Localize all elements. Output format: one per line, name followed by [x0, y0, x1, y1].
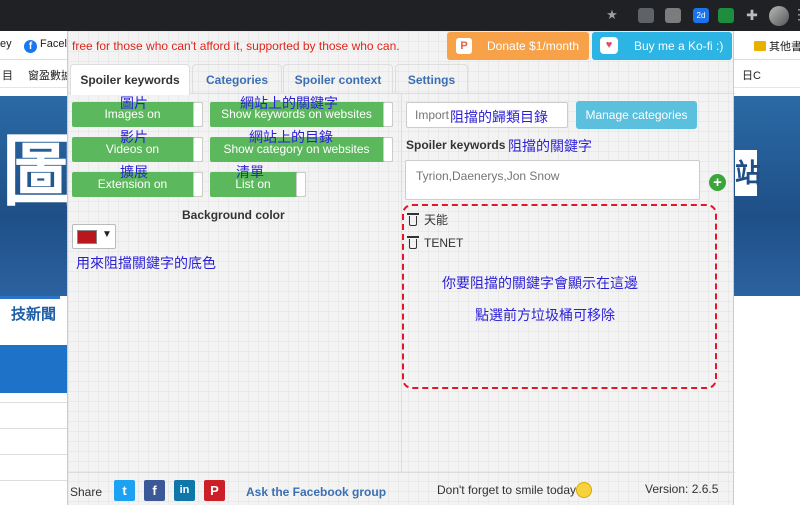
annotation-extension: 擴展	[120, 164, 148, 180]
donate-button[interactable]: P Donate $1/month	[447, 32, 589, 60]
extension-icon[interactable]	[638, 8, 654, 23]
keywords-textarea[interactable]	[406, 161, 699, 199]
site-nav-item[interactable]: 目	[2, 67, 13, 83]
manage-categories-button[interactable]: Manage categories	[576, 101, 697, 129]
keyword-text: 天能	[424, 213, 449, 227]
toggle-knob	[193, 172, 203, 197]
keyword-text: TENET	[424, 236, 464, 250]
toggle-knob	[383, 102, 393, 127]
pinterest-icon[interactable]: P	[204, 480, 225, 501]
annotation-list: 清單	[236, 164, 264, 180]
site-nav-item[interactable]: 日C	[742, 67, 761, 83]
toggle-knob	[193, 102, 203, 127]
share-label: Share	[70, 485, 103, 499]
background-color-picker[interactable]: ▼	[72, 224, 116, 249]
menu-icon[interactable]: ⋮	[792, 6, 800, 23]
toggle-knob	[383, 137, 393, 162]
tab-spoiler-context[interactable]: Spoiler context	[283, 64, 393, 94]
annotation-box-line1: 你要阻擋的關鍵字會顯示在這邊	[442, 275, 638, 291]
facebook-icon[interactable]: f	[144, 480, 165, 501]
annotation-category: 阻擋的歸類目錄	[450, 109, 548, 125]
smiley-icon	[576, 482, 593, 498]
version-label: Version: 2.6.5	[645, 482, 719, 496]
tab-categories[interactable]: Categories	[192, 64, 282, 94]
bookmark-facebook[interactable]: f Facel	[24, 38, 67, 53]
folder-icon	[754, 41, 766, 51]
site-nav-item[interactable]: 窗盈數據	[28, 67, 72, 83]
annotation-bg-color: 用來阻擋關鍵字的底色	[76, 255, 216, 271]
site-bar	[0, 345, 70, 393]
tagline: free for those who can't afford it, supp…	[72, 39, 400, 53]
trash-icon[interactable]	[407, 236, 419, 249]
twitter-icon[interactable]: t	[114, 480, 135, 501]
color-swatch	[77, 230, 97, 244]
shield-icon[interactable]	[718, 8, 734, 23]
annotation-videos: 影片	[120, 129, 148, 145]
tab-settings[interactable]: Settings	[395, 64, 468, 94]
profile-avatar[interactable]	[769, 6, 789, 26]
site-tab[interactable]: 技新聞	[0, 296, 60, 332]
puzzle-icon[interactable]: ✚	[743, 6, 761, 24]
donate-label: Donate $1/month	[487, 39, 580, 53]
bookmark-other[interactable]: 其他書	[754, 38, 800, 54]
divider	[0, 454, 70, 455]
toggle-knob	[296, 172, 306, 197]
divider	[0, 402, 70, 403]
facebook-group-link[interactable]: Ask the Facebook group	[246, 485, 386, 499]
keywords-textarea-wrapper[interactable]	[405, 160, 700, 200]
drive-icon[interactable]	[665, 8, 681, 23]
facebook-icon: f	[24, 40, 37, 53]
popup-footer: Share t f in P Ask the Facebook group Do…	[68, 472, 735, 505]
keyword-item: 天能	[407, 211, 449, 228]
patreon-icon: P	[456, 38, 472, 54]
keyword-item: TENET	[407, 236, 464, 250]
divider	[0, 480, 70, 481]
annotation-keywords: 阻擋的關鍵字	[508, 138, 592, 154]
annotation-images: 圖片	[120, 95, 148, 111]
annotation-show-keywords: 網站上的關鍵字	[240, 95, 338, 111]
toggle-knob	[193, 137, 203, 162]
annotation-show-category: 網站上的目錄	[249, 129, 333, 145]
keyword-list-highlight	[402, 204, 717, 389]
add-keyword-button[interactable]: +	[709, 174, 726, 191]
linkedin-icon[interactable]: in	[174, 480, 195, 501]
divider	[0, 428, 70, 429]
smile-message: Don't forget to smile today	[437, 482, 593, 498]
kofi-label: Buy me a Ko-fi :)	[634, 39, 724, 53]
tab-bar: Spoiler keywords Categories Spoiler cont…	[68, 64, 735, 95]
extension-badge-icon[interactable]: 2d	[693, 8, 709, 23]
kofi-button[interactable]: ♥ Buy me a Ko-fi :)	[592, 32, 732, 60]
coffee-cup-icon: ♥	[600, 37, 618, 54]
trash-icon[interactable]	[407, 213, 419, 226]
keywords-label: Spoiler keywords	[406, 138, 506, 152]
browser-toolbar: ★ 2d ✚ ⋮	[0, 0, 800, 31]
dropdown-arrow-icon: ▼	[102, 229, 112, 240]
annotation-box-line2: 點選前方垃圾桶可移除	[475, 307, 615, 323]
bookmark-item[interactable]: ey	[0, 38, 12, 50]
spoiler-extension-popup: free for those who can't afford it, supp…	[67, 31, 735, 505]
tab-spoiler-keywords[interactable]: Spoiler keywords	[70, 64, 190, 95]
star-icon[interactable]: ★	[603, 6, 621, 24]
background-color-label: Background color	[182, 208, 285, 222]
site-right-text: 站	[735, 150, 761, 196]
